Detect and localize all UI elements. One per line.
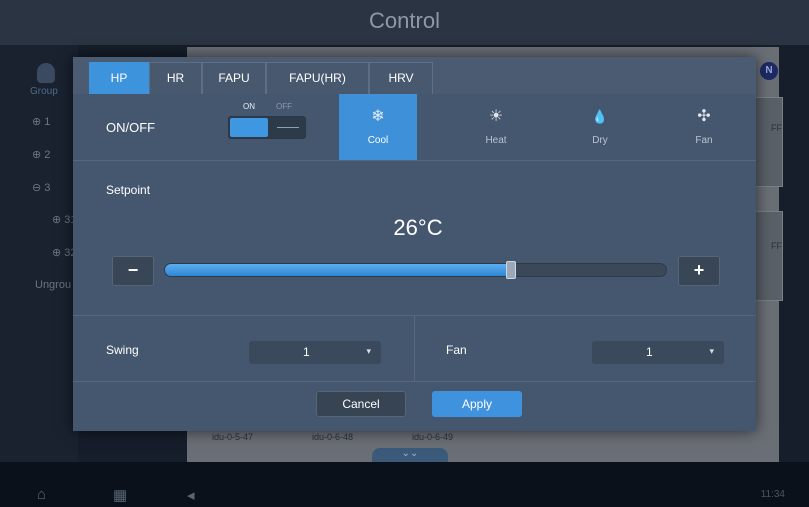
tab-hp[interactable]: HP — [89, 62, 149, 94]
cancel-button[interactable]: Cancel — [316, 391, 406, 417]
mode-label: Dry — [592, 135, 608, 146]
grid-icon[interactable]: ▦ — [113, 486, 127, 504]
swing-value: 1 — [303, 345, 310, 359]
mode-dry-button[interactable]: 💧 Dry — [561, 94, 639, 160]
tab-bar: HP HR FAPU FAPU(HR) HRV — [73, 57, 756, 94]
swing-select[interactable]: 1 ▾ — [249, 341, 381, 364]
snowflake-icon: ❄ — [371, 108, 385, 125]
home-icon[interactable]: ⌂ — [37, 486, 46, 503]
setpoint-label: Setpoint — [106, 183, 151, 197]
slider-thumb[interactable] — [506, 261, 516, 279]
device-label: idu-0-5-47 — [212, 432, 254, 442]
fan-icon: ✣ — [697, 108, 711, 125]
device-card[interactable]: FF — [755, 97, 783, 187]
tab-hrv[interactable]: HRV — [369, 62, 433, 94]
toggle-off-label: OFF — [276, 102, 292, 111]
device-label: idu-0-6-49 — [412, 432, 454, 442]
onoff-label: ON/OFF — [106, 120, 156, 135]
chevron-down-icon: ▾ — [366, 346, 371, 356]
apply-button[interactable]: Apply — [432, 391, 522, 417]
divider — [414, 315, 415, 381]
divider — [73, 381, 756, 382]
mode-label: Cool — [367, 135, 389, 146]
increase-temp-button[interactable]: + — [678, 256, 720, 286]
group-icon[interactable] — [37, 63, 55, 83]
decrease-temp-button[interactable]: − — [112, 256, 154, 286]
tab-fapu[interactable]: FAPU — [202, 62, 266, 94]
clock: 11:34 — [760, 489, 785, 500]
sun-icon: ☀ — [488, 108, 504, 125]
avatar[interactable]: N — [760, 62, 778, 80]
sidebar-group-label: Group — [30, 86, 58, 97]
page-title: Control — [369, 8, 440, 33]
sidebar-item-2[interactable]: ⊕ 2 — [32, 148, 50, 161]
tab-hr[interactable]: HR — [149, 62, 202, 94]
back-icon[interactable]: ◂ — [187, 486, 195, 504]
mode-label: Fan — [695, 135, 713, 146]
toggle-fill — [230, 118, 268, 137]
toggle-knob — [277, 127, 299, 128]
chevron-down-icon: ▾ — [709, 346, 714, 356]
app-header: Control — [0, 0, 809, 45]
control-dialog: HP HR FAPU FAPU(HR) HRV ON/OFF ON OFF ❄ … — [73, 57, 756, 431]
tab-fapu-hr[interactable]: FAPU(HR) — [266, 62, 369, 94]
droplet-icon: 💧 — [591, 109, 609, 124]
mode-heat-button[interactable]: ☀ Heat — [457, 94, 535, 160]
swing-label: Swing — [106, 343, 139, 357]
mode-label: Heat — [485, 135, 507, 146]
fan-speed-select[interactable]: 1 ▾ — [592, 341, 724, 364]
sidebar-item-3[interactable]: ⊖ 3 — [32, 181, 50, 194]
mode-cool-button[interactable]: ❄ Cool — [339, 94, 417, 160]
setpoint-value: 26°C — [393, 215, 443, 240]
power-toggle[interactable] — [228, 116, 306, 139]
device-label: idu-0-6-48 — [312, 432, 354, 442]
fan-label: Fan — [446, 343, 467, 357]
toggle-on-label: ON — [243, 102, 255, 111]
sidebar-item-ungrouped[interactable]: Ungrou — [35, 279, 71, 291]
slider-fill — [165, 264, 511, 276]
divider — [73, 160, 756, 161]
fan-value: 1 — [646, 345, 653, 359]
setpoint-slider[interactable] — [164, 261, 667, 279]
device-card[interactable]: FF — [755, 211, 783, 301]
sidebar-item-1[interactable]: ⊕ 1 — [32, 115, 50, 128]
mode-fan-button[interactable]: ✣ Fan — [665, 94, 743, 160]
